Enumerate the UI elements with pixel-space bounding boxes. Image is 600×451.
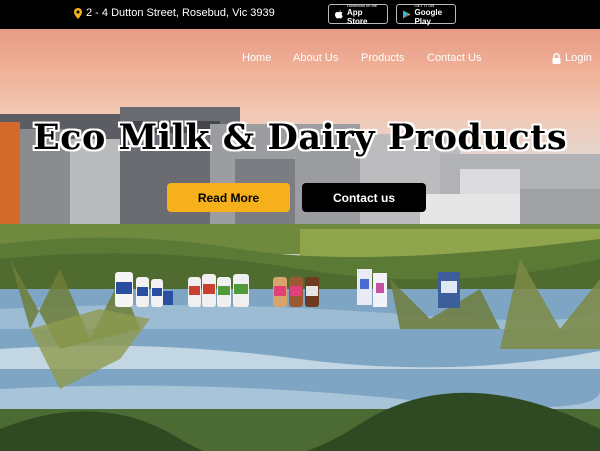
main-nav: Home About Us Products Contact Us [0,52,600,68]
contact-us-button[interactable]: Contact us [302,183,426,212]
address-text: 2 - 4 Dutton Street, Rosebud, Vic 3939 [86,7,275,19]
nav-home[interactable]: Home [242,52,271,64]
address: 2 - 4 Dutton Street, Rosebud, Vic 3939 [74,7,275,19]
map-pin-icon [74,7,82,19]
google-play-badge[interactable]: GET IT ON Google Play [396,3,456,26]
google-play-icon [403,9,411,19]
hero-title: Eco Milk & Dairy Products [32,117,568,158]
nav-contact-us[interactable]: Contact Us [427,52,481,64]
login-label: Login [565,52,592,64]
hero-painting [0,107,600,451]
nav-products[interactable]: Products [361,52,404,64]
apple-icon [335,9,343,18]
top-bar: 2 - 4 Dutton Street, Rosebud, Vic 3939 D… [0,0,600,29]
hero-banner: Home About Us Products Contact Us Login … [0,29,600,451]
lock-icon [552,52,561,64]
login-link[interactable]: Login [552,52,592,64]
google-play-label: Google Play [414,7,443,26]
read-more-button[interactable]: Read More [167,183,290,212]
nav-about-us[interactable]: About Us [293,52,338,64]
app-store-label: App Store [347,7,368,26]
app-store-badge[interactable]: Download on the App Store [328,3,388,26]
